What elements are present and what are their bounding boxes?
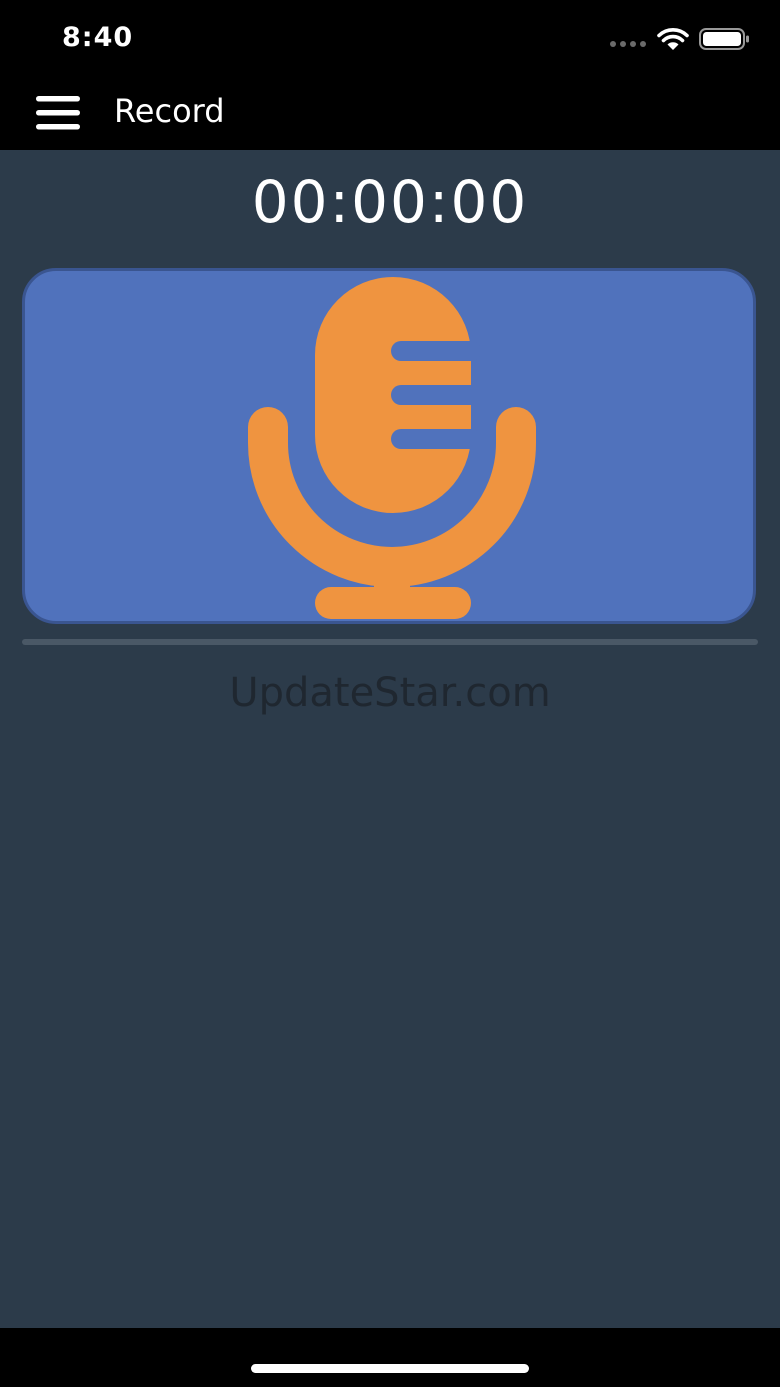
page-title: Record — [114, 92, 225, 130]
microphone-icon — [248, 277, 536, 619]
menu-button[interactable] — [28, 90, 88, 140]
bottom-bar — [0, 1328, 780, 1387]
watermark-text: UpdateStar.com — [229, 670, 551, 716]
hamburger-menu-icon — [36, 96, 80, 130]
status-bar: 8:40 — [0, 0, 780, 78]
recorder-content: 00:00:00 UpdateStar.com — [0, 150, 780, 1328]
record-button[interactable] — [22, 268, 756, 624]
nav-bar: Record — [0, 78, 780, 150]
app-screen: 8:40 Record 00:00:00 UpdateStar.com — [0, 0, 780, 1387]
status-time: 8:40 — [62, 22, 134, 53]
signal-icon — [610, 41, 646, 47]
wifi-icon — [657, 28, 689, 50]
recording-progress-track — [22, 639, 758, 645]
recording-timer: 00:00:00 — [251, 168, 529, 236]
home-indicator[interactable] — [251, 1364, 529, 1373]
battery-icon — [699, 28, 749, 50]
